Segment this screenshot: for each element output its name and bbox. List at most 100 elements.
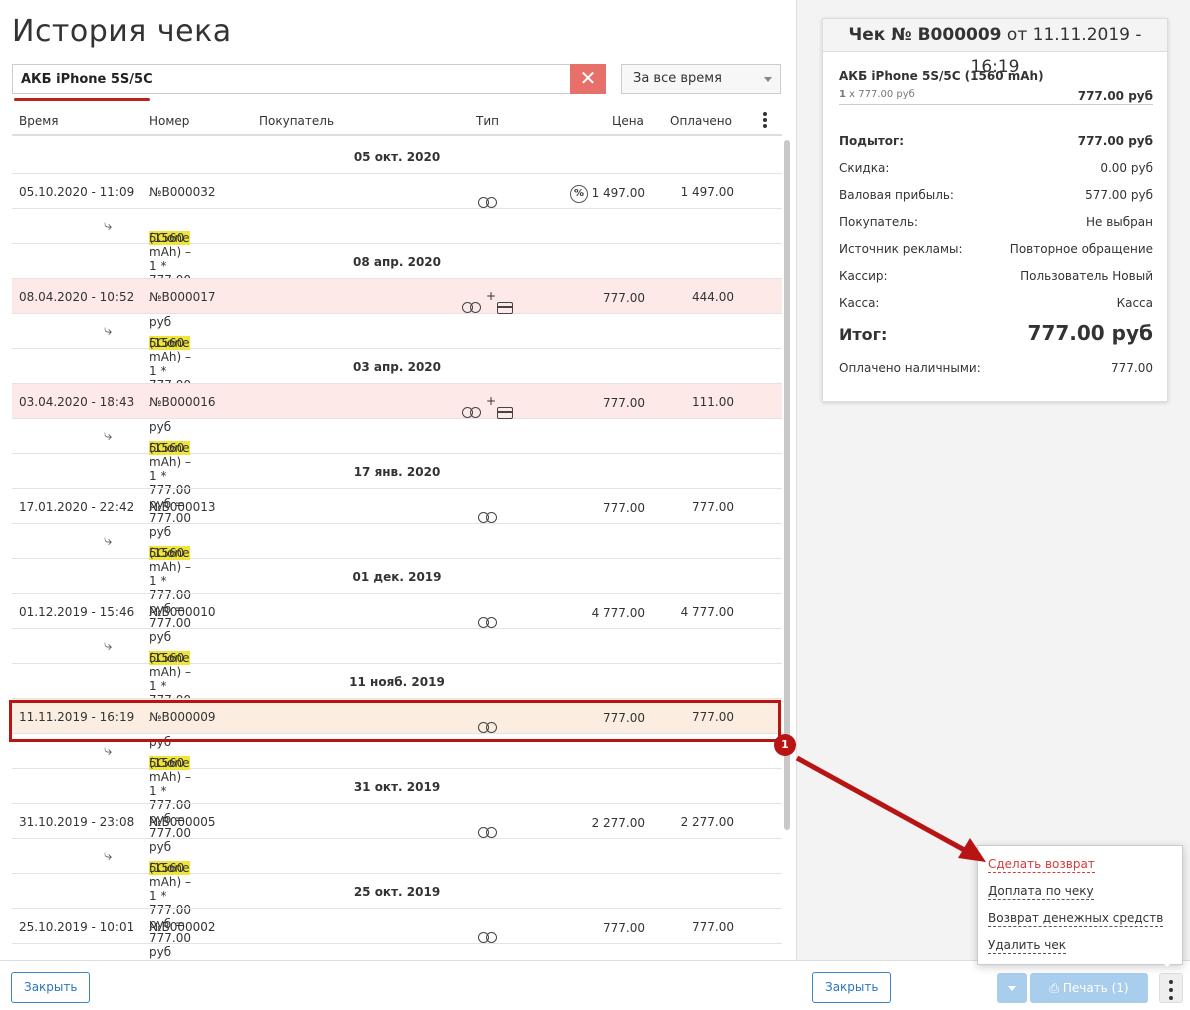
- date-header-row: 11 нояб. 2019: [12, 664, 782, 699]
- receipt-item-line: 1 x 777.00 руб 777.00 руб: [839, 89, 1153, 105]
- chevron-down-icon: [764, 77, 772, 82]
- left-footer: Закрыть: [0, 960, 797, 1010]
- print-options-button[interactable]: [997, 973, 1027, 1003]
- period-select-value: За все время: [633, 71, 722, 86]
- check-price: 777.00: [603, 291, 645, 305]
- date-label: 25 окт. 2019: [353, 885, 441, 899]
- receipt-cash-value: 777.00: [1111, 361, 1153, 375]
- sub-item-arrow-icon: ⤷: [104, 426, 113, 444]
- date-header-row: 01 дек. 2019: [12, 559, 782, 594]
- check-row[interactable]: 08.04.2020 - 10:52 №B000017 +777.00 444.00: [12, 279, 782, 314]
- sub-item-arrow-icon: ⤷: [104, 846, 113, 864]
- check-price: 4 777.00: [591, 606, 645, 620]
- summary-label: Источник рекламы:: [839, 242, 963, 256]
- check-row[interactable]: 01.12.2019 - 15:46 №B000010 4 777.00 4 777.…: [12, 594, 782, 629]
- col-paid: Оплачено: [670, 114, 732, 128]
- col-price: Цена: [612, 114, 644, 128]
- summary-label: Валовая прибыль:: [839, 188, 954, 202]
- page-title: История чека: [12, 14, 232, 49]
- summary-value: Повторное обращение: [1009, 242, 1153, 256]
- check-number: №B000010: [149, 605, 216, 619]
- plus-sign: +: [486, 394, 497, 408]
- check-time: 25.10.2019 - 10:01: [19, 920, 135, 934]
- receipt-total-value: 777.00 руб: [1027, 321, 1153, 345]
- check-row[interactable]: 05.10.2020 - 11:09 №B000032% 1 497.00 1 497…: [12, 174, 782, 209]
- check-time: 08.04.2020 - 10:52: [19, 290, 135, 304]
- check-row[interactable]: 03.04.2020 - 18:43 №B000016 +777.00 111.00: [12, 384, 782, 419]
- check-time: 31.10.2019 - 23:08: [19, 815, 135, 829]
- check-price: 777.00: [603, 396, 645, 410]
- sub-item-arrow-icon: ⤷: [104, 216, 113, 234]
- date-header-row: 03 апр. 2020: [12, 349, 782, 384]
- search-annotation-underline: [14, 98, 150, 101]
- print-button[interactable]: ⎙ Печать (1): [1030, 973, 1148, 1003]
- check-number: №B000005: [149, 815, 216, 829]
- clear-search-button[interactable]: ✕: [570, 64, 606, 94]
- date-header-row: 17 янв. 2020: [12, 454, 782, 489]
- col-time: Время: [19, 114, 59, 128]
- check-number: №B000013: [149, 500, 216, 514]
- check-price: 2 277.00: [591, 816, 645, 830]
- menu-item-money-return[interactable]: Возврат денежных средств: [988, 911, 1164, 927]
- check-price: 777.00: [603, 921, 645, 935]
- close-receipt-button[interactable]: Закрыть: [812, 972, 892, 1003]
- scrollbar[interactable]: [784, 140, 790, 830]
- check-time: 03.04.2020 - 18:43: [19, 395, 135, 409]
- check-price: 1 497.00: [591, 186, 645, 200]
- date-label: 31 окт. 2019: [353, 780, 441, 794]
- menu-item-surcharge[interactable]: Доплата по чеку: [988, 884, 1094, 900]
- summary-value: Касса: [1116, 296, 1153, 310]
- receipt-total-label: Итог:: [839, 325, 888, 344]
- check-item-row: ⤷АКБ iPhone 5S/5C (1560 mAh) – 1 * 777.0…: [12, 524, 782, 644]
- col-buyer: Покупатель: [259, 114, 335, 128]
- menu-caret: [1160, 960, 1174, 967]
- close-button[interactable]: Закрыть: [11, 972, 91, 1003]
- summary-value: 577.00 руб: [1085, 188, 1153, 202]
- check-row[interactable]: 17.01.2020 - 22:42 №B000013 777.00 777.00: [12, 489, 782, 524]
- summary-value: Не выбран: [1086, 215, 1153, 229]
- summary-value: 0.00 руб: [1100, 161, 1153, 175]
- receipt-card: Чек № B000009 от 11.11.2019 - 16:19 АКБ …: [822, 18, 1168, 402]
- date-header-row: 25 окт. 2019: [12, 874, 782, 909]
- summary-label: Кассир:: [839, 269, 888, 283]
- date-label: 17 янв. 2020: [353, 465, 441, 479]
- printer-icon: ⎙: [1049, 981, 1063, 995]
- close-icon: ✕: [579, 66, 597, 90]
- sub-item-arrow-icon: ⤷: [104, 321, 113, 339]
- period-select[interactable]: За все время: [621, 64, 781, 94]
- receipt-number: Чек № B000009: [848, 25, 1002, 45]
- check-item-row: ⤷АКБ iPhone 5S/5C (1560 mAh) – 1 * 777.0…: [12, 629, 782, 749]
- date-label: 11 нояб. 2019: [349, 675, 445, 689]
- sub-item-arrow-icon: ⤷: [104, 531, 113, 549]
- summary-label: Скидка:: [839, 161, 890, 175]
- menu-item-delete[interactable]: Удалить чек: [988, 938, 1067, 954]
- check-item-row: ⤷АКБ iPhone 5S/5C (1560 mAh) – 1 * 777.0…: [12, 209, 782, 329]
- check-price: 777.00: [603, 501, 645, 515]
- table-header: Время Номер Покупатель Тип Цена Оплачено: [12, 108, 782, 136]
- check-paid: 111.00: [692, 395, 734, 409]
- check-list: 05 окт. 2020 05.10.2020 - 11:09 №B000032% 1…: [12, 139, 782, 959]
- step-badge: 1: [774, 734, 796, 756]
- check-paid: 444.00: [692, 290, 734, 304]
- date-label: 08 апр. 2020: [353, 255, 441, 269]
- columns-menu-icon[interactable]: [761, 111, 769, 129]
- receipt-item-total: 777.00 руб: [1077, 89, 1153, 103]
- check-row[interactable]: 31.10.2019 - 23:08 №B000005 2 277.00 2 277.…: [12, 804, 782, 839]
- more-actions-button[interactable]: [1159, 973, 1183, 1003]
- check-item-row: ⤷АКБ iPhone 5S/5C (1560 mAh) – 1 * 777.0…: [12, 314, 782, 434]
- menu-item-refund[interactable]: Сделать возврат: [988, 857, 1095, 873]
- actions-menu: Сделать возврат Доплата по чеку Возврат …: [977, 845, 1183, 965]
- plus-sign: +: [486, 289, 497, 303]
- check-number: №B000017: [149, 290, 216, 304]
- summary-label: Подытог:: [839, 134, 905, 148]
- receipt-cash-label: Оплачено наличными:: [839, 361, 981, 375]
- summary-label: Касса:: [839, 296, 880, 310]
- date-header-row: 31 окт. 2019: [12, 769, 782, 804]
- check-item-row: ⤷АКБ iPhone 5S/5C (1560 mAh) – 1 * 777.0…: [12, 419, 782, 539]
- date-label: 03 апр. 2020: [353, 360, 441, 374]
- check-row[interactable]: 25.10.2019 - 10:01 №B000002 777.00 777.00: [12, 909, 782, 944]
- search-input[interactable]: [13, 65, 571, 93]
- check-paid: 2 277.00: [680, 815, 734, 829]
- sub-item-arrow-icon: ⤷: [104, 741, 113, 759]
- receipt-title: Чек № B000009 от 11.11.2019 - 16:19: [823, 19, 1167, 77]
